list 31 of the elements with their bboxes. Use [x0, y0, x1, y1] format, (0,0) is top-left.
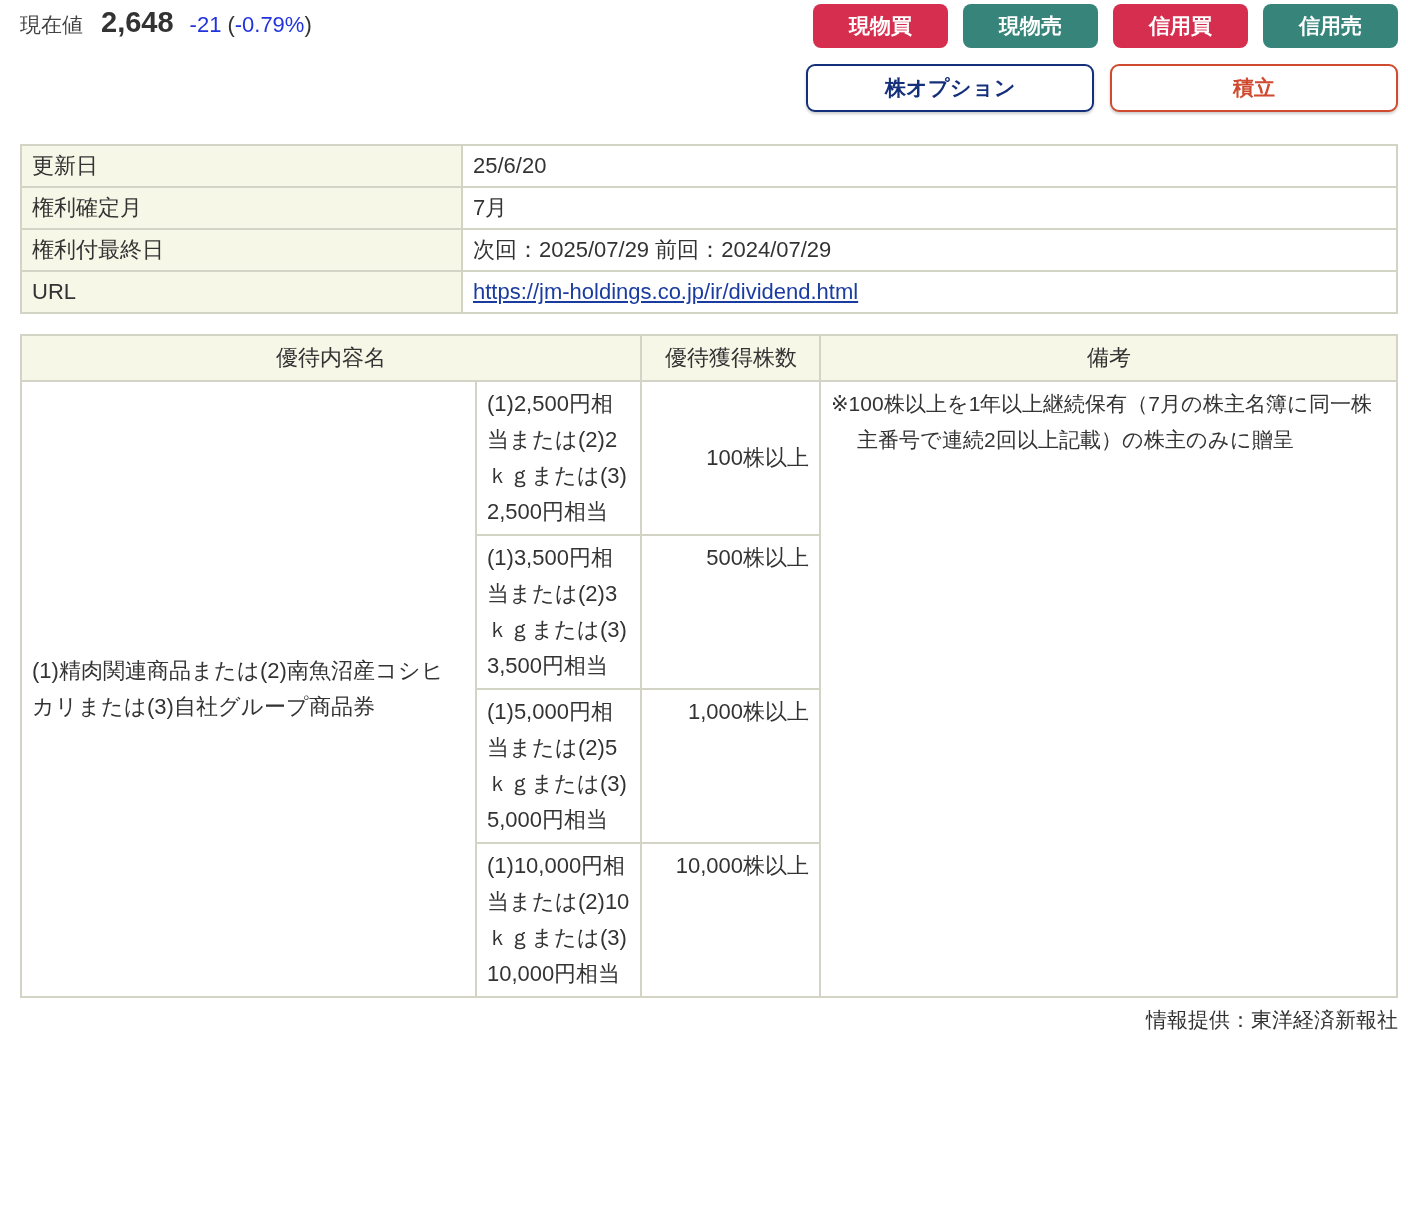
price-value: 2,648	[101, 6, 174, 39]
info-value-cell: 25/6/20	[462, 145, 1397, 187]
trade-button[interactable]: 現物買	[813, 4, 948, 48]
column-header: 優待獲得株数	[641, 335, 820, 381]
parenthesis: (	[227, 12, 235, 37]
shares-cell: 100株以上	[641, 381, 820, 535]
info-value-cell: 次回：2025/07/29 前回：2024/07/29	[462, 229, 1397, 271]
trade-button[interactable]: 信用売	[1263, 4, 1398, 48]
info-value-cell: 7月	[462, 187, 1397, 229]
trade-button[interactable]: 現物売	[963, 4, 1098, 48]
parenthesis: )	[304, 12, 312, 37]
source-credit: 情報提供：東洋経済新報社	[1146, 1007, 1398, 1033]
option-button[interactable]: 株オプション	[806, 64, 1094, 112]
benefit-content-cell: (1)5,000円相当または(2)5ｋｇまたは(3)5,000円相当	[476, 689, 641, 843]
info-label-cell: 更新日	[21, 145, 462, 187]
trade-button[interactable]: 信用買	[1113, 4, 1248, 48]
price-change: -21	[189, 12, 222, 38]
note-cell: ※100株以上を1年以上継続保有（7月の株主名簿に同一株主番号で連続2回以上記載）の株主のみに贈呈	[820, 381, 1397, 997]
column-header: 優待内容名	[21, 335, 641, 381]
price-label: 現在値	[20, 12, 83, 38]
change-percent: -0.79%	[234, 12, 305, 37]
benefit-name-cell: (1)精肉関連商品または(2)南魚沼産コシヒカリまたは(3)自社グループ商品券	[21, 381, 476, 997]
info-label-cell: 権利付最終日	[21, 229, 462, 271]
url-link[interactable]: https://jm-holdings.co.jp/ir/dividend.html	[473, 279, 859, 304]
benefit-content-cell: (1)3,500円相当または(2)3ｋｇまたは(3)3,500円相当	[476, 535, 641, 689]
benefit-content-cell: (1)2,500円相当または(2)2ｋｇまたは(3)2,500円相当	[476, 381, 641, 535]
column-header: 備考	[820, 335, 1397, 381]
info-label-cell: URL	[21, 271, 462, 313]
option-button[interactable]: 積立	[1110, 64, 1398, 112]
info-label-cell: 権利確定月	[21, 187, 462, 229]
benefit-content-cell: (1)10,000円相当または(2)10ｋｇまたは(3)10,000円相当	[476, 843, 641, 997]
